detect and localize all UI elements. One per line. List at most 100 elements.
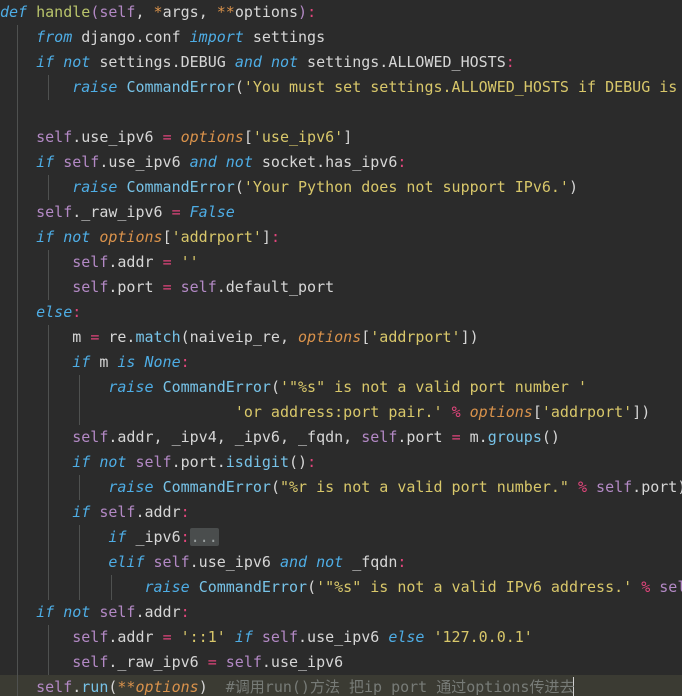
code-token: ( (90, 3, 100, 21)
code-token: m (72, 328, 91, 346)
code-line[interactable]: self.addr = '::1' if self.use_ipv6 else … (0, 625, 682, 650)
code-line[interactable]: self._raw_ipv6 = False (0, 200, 682, 225)
code-line-content: self.addr = '' (0, 250, 199, 275)
code-lines-container[interactable]: def handle(self, *args, **options): from… (0, 0, 682, 696)
code-token: .port (397, 428, 452, 446)
code-line[interactable]: raise CommandError('"%s" is not a valid … (0, 575, 682, 600)
code-line[interactable]: self.addr, _ipv4, _ipv6, _fqdn, self.por… (0, 425, 682, 450)
code-line[interactable]: raise CommandError('You must set setting… (0, 75, 682, 100)
code-token: if (36, 153, 55, 171)
code-token: ) (298, 3, 308, 21)
code-line[interactable]: def handle(self, *args, **options): (0, 0, 682, 25)
code-line[interactable]: raise CommandError('"%s" is not a valid … (0, 375, 682, 400)
code-line[interactable]: if not options['addrport']: (0, 225, 682, 250)
code-token: '127.0.0.1' (433, 628, 533, 646)
code-token: isdigit (225, 453, 289, 471)
code-token: '' (180, 253, 199, 271)
code-line[interactable]: if m is None: (0, 350, 682, 375)
code-line-content: if not settings.DEBUG and not settings.A… (0, 50, 515, 75)
code-token: raise (108, 378, 154, 396)
code-line[interactable]: from django.conf import settings (0, 25, 682, 50)
code-line[interactable]: self.use_ipv6 = options['use_ipv6'] (0, 125, 682, 150)
code-token: = (207, 653, 217, 671)
code-line[interactable]: raise CommandError('Your Python does not… (0, 175, 682, 200)
code-token: : (180, 603, 190, 621)
code-line[interactable]: 'or address:port pair.' % options['addrp… (0, 400, 682, 425)
code-line-content: self.addr = '::1' if self.use_ipv6 else … (0, 625, 533, 650)
code-token: options (180, 128, 244, 146)
code-line[interactable]: raise CommandError("%r is not a valid po… (0, 475, 682, 500)
code-line[interactable]: if not settings.DEBUG and not settings.A… (0, 50, 682, 75)
code-line[interactable]: elif self.use_ipv6 and not _fqdn: (0, 550, 682, 575)
code-token: m. (460, 428, 488, 446)
code-token: .port (632, 478, 678, 496)
code-line[interactable]: if not self.addr: (0, 600, 682, 625)
code-token: self (361, 428, 398, 446)
code-token: run (81, 678, 109, 696)
code-token: : (270, 228, 280, 246)
code-token: groups (487, 428, 542, 446)
code-token: ) (469, 328, 479, 346)
code-token: 'Your Python does not support IPv6.' (243, 178, 569, 196)
code-token: match (135, 328, 181, 346)
code-token: % (451, 403, 461, 421)
code-line-content: 'or address:port pair.' % options['addrp… (0, 400, 650, 425)
code-token: args (162, 3, 199, 21)
code-line[interactable] (0, 100, 682, 125)
code-token: '"%s" is not a valid IPv6 address.' (316, 578, 633, 596)
code-token: settings.DEBUG (90, 53, 235, 71)
code-token: '"%s" is not a valid port number ' (279, 378, 588, 396)
code-token: .addr (135, 503, 181, 521)
code-token: .use_ipv6 (261, 653, 344, 671)
code-line-content: if not self.port.isdigit(): (0, 450, 316, 475)
code-line[interactable]: self.port = self.default_port (0, 275, 682, 300)
code-line-content: from django.conf import settings (0, 25, 325, 50)
code-line[interactable]: if self.addr: (0, 500, 682, 525)
code-token: self (659, 578, 682, 596)
code-line[interactable]: if self.use_ipv6 and not socket.has_ipv6… (0, 150, 682, 175)
code-token: = (451, 428, 461, 446)
code-line-content: raise CommandError("%r is not a valid po… (0, 475, 682, 500)
code-token: ) (641, 403, 651, 421)
code-token: = (162, 128, 172, 146)
code-token: self (153, 553, 190, 571)
code-fold-placeholder[interactable]: ... (189, 528, 219, 546)
code-token: .default_port (216, 278, 335, 296)
code-token: _ipv6 (126, 528, 181, 546)
code-token: not (63, 228, 91, 246)
code-line[interactable]: self._raw_ipv6 = self.use_ipv6 (0, 650, 682, 675)
code-line[interactable]: if not self.port.isdigit(): (0, 450, 682, 475)
code-line[interactable]: m = re.match(naiveip_re, options['addrpo… (0, 325, 682, 350)
code-token: % (641, 578, 651, 596)
code-line[interactable]: else: (0, 300, 682, 325)
code-editor[interactable]: def handle(self, *args, **options): from… (0, 0, 682, 696)
code-token: .use_ipv6 (99, 153, 190, 171)
code-line-current[interactable]: self.run(**options) #调用run()方法 把ip port … (0, 675, 682, 696)
code-token: _fqdn (343, 553, 398, 571)
code-line[interactable]: if _ipv6:... (0, 525, 682, 550)
code-line[interactable]: self.addr = '' (0, 250, 682, 275)
code-token: = (162, 253, 172, 271)
code-token: not (270, 53, 299, 71)
